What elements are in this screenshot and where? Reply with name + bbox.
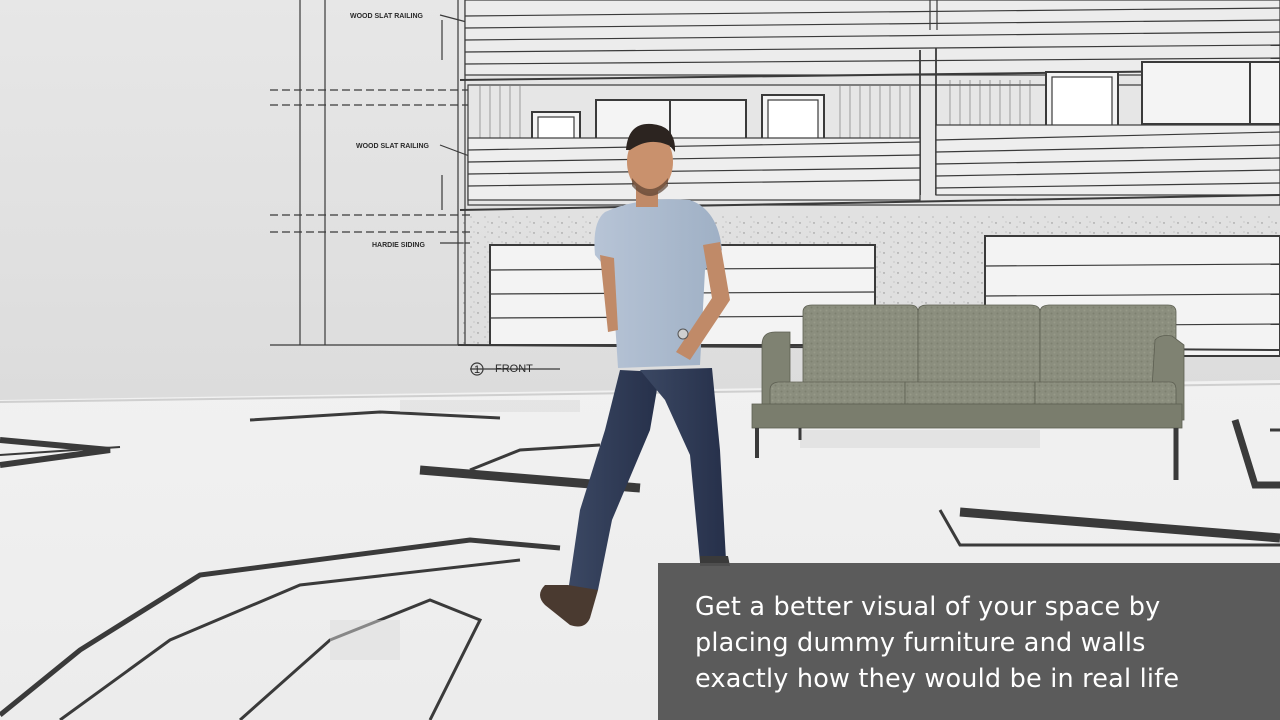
video-frame: WOOD SLAT RAILING WOOD SLAT RAILING HARD… bbox=[0, 0, 1280, 720]
label-front: FRONT bbox=[495, 363, 533, 375]
label-wood-slat-railing-mid: WOOD SLAT RAILING bbox=[356, 143, 430, 150]
label-elevation-number: 1 bbox=[474, 364, 480, 376]
caption-line-1: Get a better visual of your space by bbox=[695, 592, 1161, 622]
caption-text: Get a better visual of your space by pla… bbox=[695, 589, 1260, 697]
label-wood-slat-railing-top: WOOD SLAT RAILING bbox=[350, 13, 424, 20]
caption-line-3: exactly how they would be in real life bbox=[695, 664, 1180, 694]
caption-line-2: placing dummy furniture and walls bbox=[695, 628, 1146, 658]
label-hardie-siding: HARDIE SIDING bbox=[372, 242, 425, 249]
caption-box: Get a better visual of your space by pla… bbox=[658, 563, 1280, 720]
